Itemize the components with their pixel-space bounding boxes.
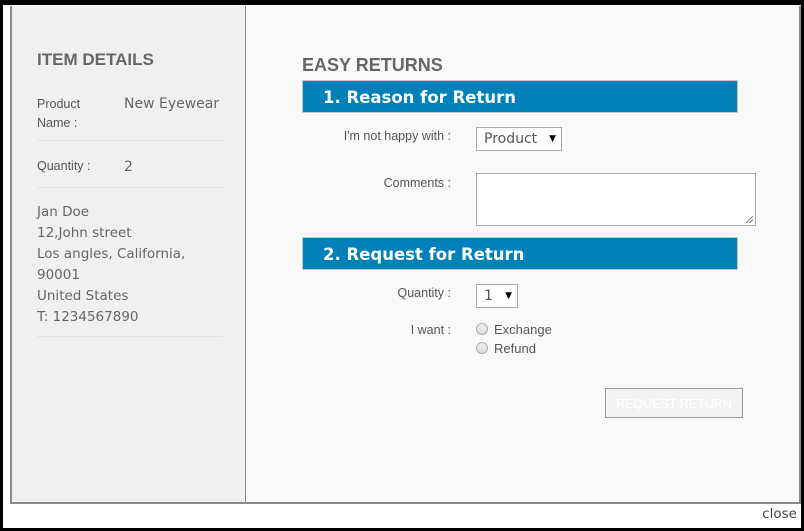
reason-select[interactable]: Product ▼ [476,127,562,151]
item-details-title: ITEM DETAILS [37,50,154,69]
product-label-line2: Name : [37,116,78,130]
reason-label: I'm not happy with : [343,129,451,143]
product-label-line1: Product [37,97,81,111]
quantity-row: Quantity : 2 [37,141,223,188]
comments-textarea[interactable] [476,173,756,226]
address-country: United States [37,288,129,304]
quantity-label: Quantity : [37,159,91,173]
product-name-value: New Eyewear [124,96,220,112]
radio-refund-label: Refund [494,341,536,356]
reason-select-value: Product [484,131,538,147]
product-name-label: Product Name : [37,95,80,133]
quantity-select-value: 1 [484,288,493,304]
radio-exchange[interactable]: Exchange [476,322,552,337]
i-want-label: I want : [410,323,451,337]
comments-label: Comments : [383,176,451,190]
radio-exchange-label: Exchange [494,322,552,337]
divider [37,336,223,337]
quantity-field-label: Quantity : [397,286,452,300]
radio-button[interactable] [476,342,488,354]
item-details-sidebar: ITEM DETAILS Product Name : New Eyewear … [12,6,246,502]
address-street: 12,John street [37,225,132,241]
quantity-select[interactable]: 1 ▼ [476,284,518,308]
returns-panel: ITEM DETAILS Product Name : New Eyewear … [10,6,801,504]
address-name: Jan Doe [37,204,90,220]
address-zip: 90001 [37,267,80,283]
address-phone: T: 1234567890 [37,309,139,325]
radio-button[interactable] [476,323,488,335]
dropdown-arrow-icon: ▼ [549,134,556,144]
dropdown-arrow-icon: ▼ [505,291,512,301]
quantity-value: 2 [124,159,133,175]
address-city: Los angles, California, [37,246,186,262]
section-request-heading: 2. Request for Return [302,237,738,270]
section-reason-heading: 1. Reason for Return [302,80,738,113]
product-name-row: Product Name : New Eyewear [37,92,223,141]
request-return-button[interactable]: REQUEST RETURN [605,388,743,418]
resize-grip-icon[interactable] [746,216,753,223]
close-link[interactable]: close [762,506,797,522]
shipping-address: Jan Doe 12,John street Los angles, Calif… [37,202,185,328]
modal-frame: ITEM DETAILS Product Name : New Eyewear … [0,0,804,531]
page-title: EASY RETURNS [302,55,443,75]
radio-refund[interactable]: Refund [476,341,536,356]
